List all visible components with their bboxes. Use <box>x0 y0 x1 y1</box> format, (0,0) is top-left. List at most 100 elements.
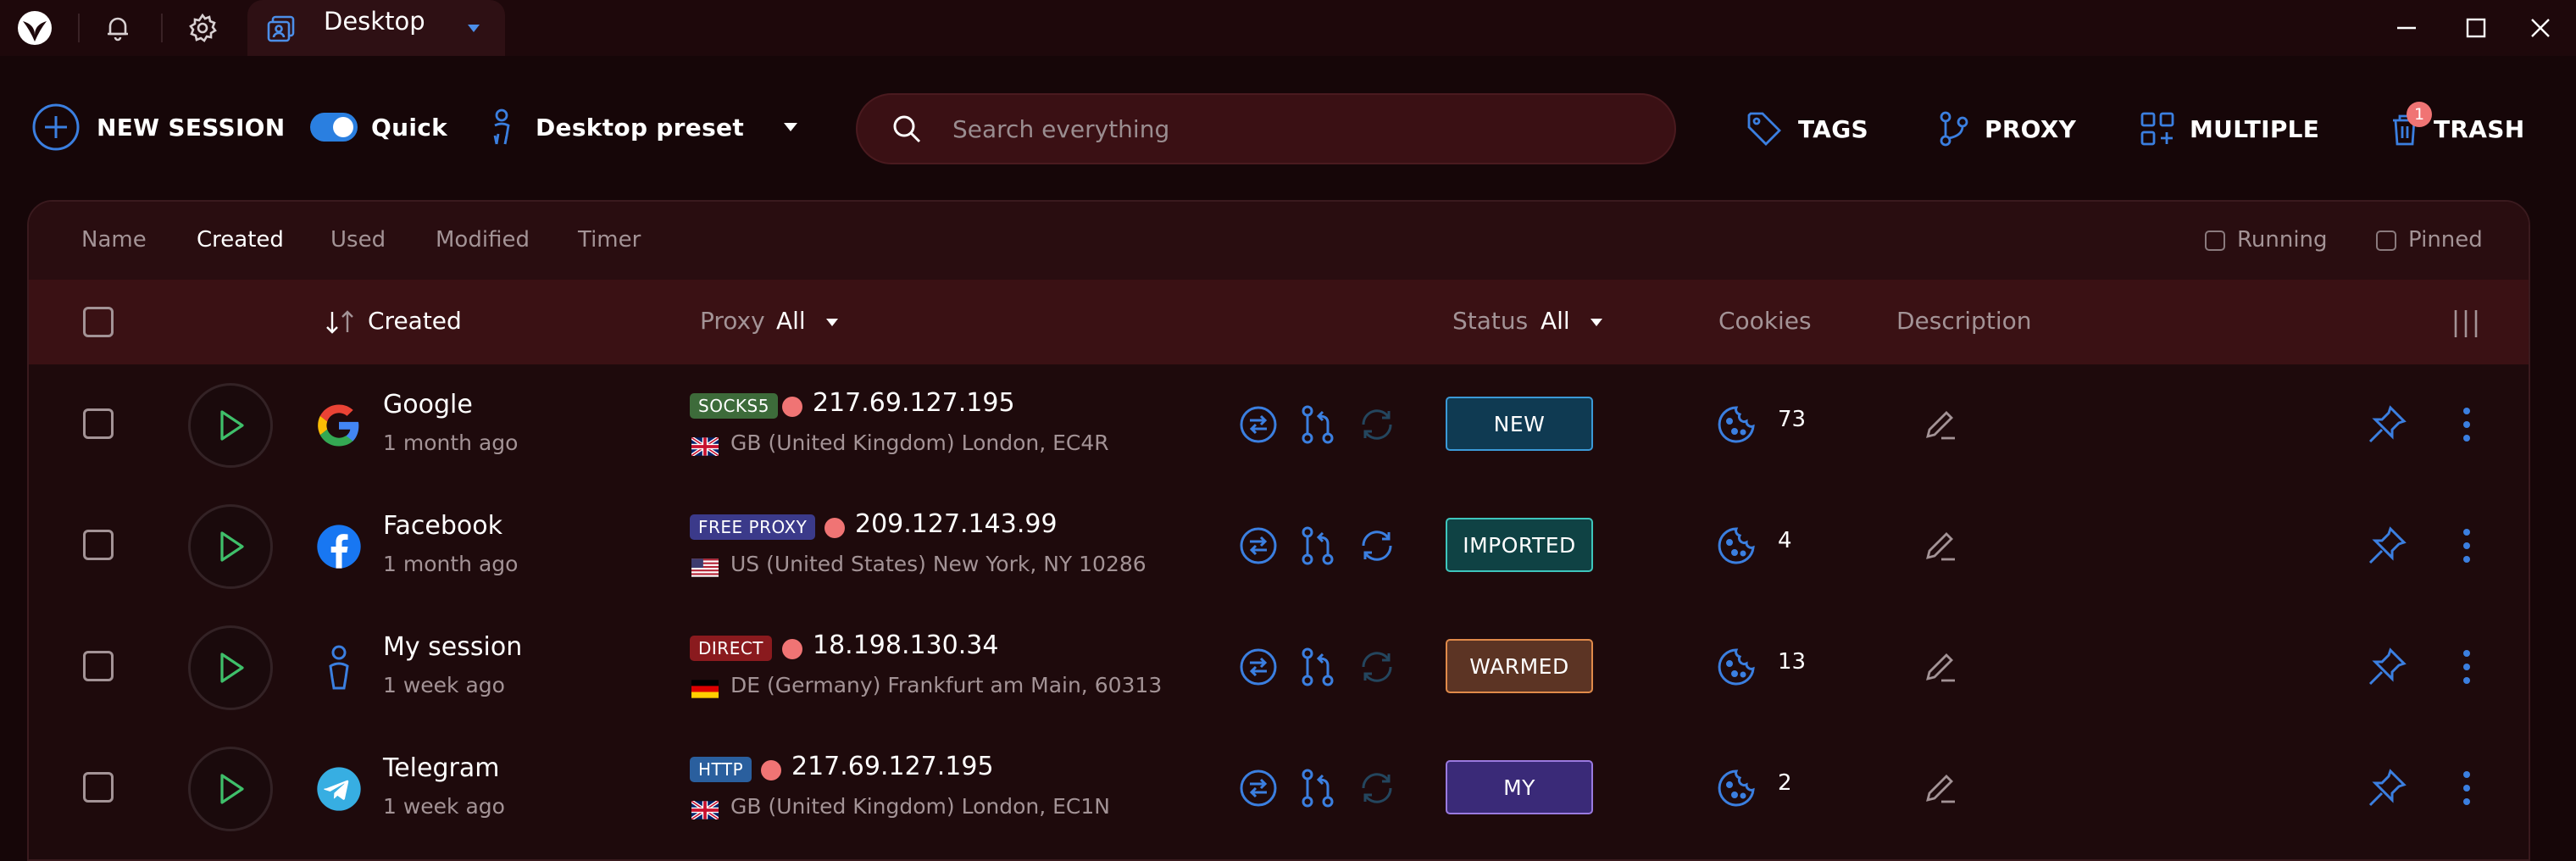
edit-description-icon[interactable] <box>1917 765 1963 811</box>
row-checkbox[interactable] <box>83 651 114 681</box>
play-button[interactable] <box>188 383 273 468</box>
cookie-icon[interactable] <box>1713 765 1759 811</box>
pinned-label: Pinned <box>2408 227 2483 253</box>
trash-label: TRASH <box>2434 114 2525 143</box>
sort-used[interactable]: Used <box>330 227 386 253</box>
play-button[interactable] <box>188 747 273 831</box>
table-row[interactable]: Google 1 month ago SOCKS5 217.69.127.195 GB … <box>29 364 2529 486</box>
edit-description-icon[interactable] <box>1917 644 1963 690</box>
pin-icon[interactable] <box>2364 644 2410 690</box>
swap-proxy-icon[interactable] <box>1235 644 1281 690</box>
app-logo-icon[interactable] <box>12 5 58 51</box>
proxy-status-dot <box>761 760 781 780</box>
proxy-branch-icon[interactable] <box>1295 765 1341 811</box>
refresh-icon[interactable] <box>1354 644 1400 690</box>
play-button[interactable] <box>188 625 273 710</box>
proxy-branch-icon[interactable] <box>1295 644 1341 690</box>
close-icon[interactable] <box>2515 7 2566 49</box>
session-name[interactable]: My session <box>383 632 522 662</box>
refresh-icon[interactable] <box>1354 765 1400 811</box>
session-name[interactable]: Google <box>383 390 473 419</box>
divider <box>161 14 163 42</box>
swap-proxy-icon[interactable] <box>1235 402 1281 447</box>
chevron-down-icon[interactable] <box>778 114 803 140</box>
gb-flag <box>691 437 719 456</box>
col-proxy: Proxy <box>700 307 765 335</box>
maximize-icon[interactable] <box>2451 7 2501 49</box>
swap-proxy-icon[interactable] <box>1235 523 1281 569</box>
edit-description-icon[interactable] <box>1917 402 1963 447</box>
proxy-branch-icon[interactable] <box>1295 402 1341 447</box>
tab-dropdown-icon[interactable] <box>461 15 486 41</box>
person-icon <box>315 644 363 692</box>
session-name[interactable]: Facebook <box>383 511 502 541</box>
table-row[interactable]: Facebook 1 month ago FREE PROXY 209.127.143… <box>29 486 2529 607</box>
proxy-filter-chevron-icon[interactable] <box>822 312 842 332</box>
cookie-icon[interactable] <box>1713 523 1759 569</box>
row-checkbox[interactable] <box>83 408 114 439</box>
col-description: Description <box>1896 307 2032 335</box>
us-flag <box>691 558 719 577</box>
bell-icon[interactable] <box>95 5 141 51</box>
new-session-button[interactable]: NEW SESSION <box>31 102 286 153</box>
proxy-type-badge: DIRECT <box>690 636 773 661</box>
trash-count-badge: 1 <box>2407 102 2432 127</box>
multiple-label: MULTIPLE <box>2190 114 2320 143</box>
refresh-icon[interactable] <box>1354 523 1400 569</box>
play-button[interactable] <box>188 504 273 589</box>
col-created[interactable]: Created <box>368 307 462 335</box>
grid-plus-icon <box>2140 112 2174 146</box>
multiple-button[interactable]: MULTIPLE <box>2139 110 2319 147</box>
more-options-icon[interactable] <box>2444 523 2490 569</box>
cookie-icon[interactable] <box>1713 644 1759 690</box>
sort-direction-icon[interactable] <box>324 308 358 336</box>
search-bar[interactable] <box>856 93 1676 164</box>
sort-timer[interactable]: Timer <box>578 227 641 253</box>
col-status: Status <box>1452 307 1529 335</box>
running-checkbox[interactable] <box>2205 231 2225 251</box>
quick-toggle[interactable]: Quick <box>310 113 447 142</box>
minimize-icon[interactable] <box>2381 7 2432 49</box>
preset-selector[interactable]: Desktop preset <box>485 107 803 147</box>
table-row[interactable]: Telegram 1 week ago HTTP 217.69.127.195 GB (… <box>29 728 2529 849</box>
proxy-filter[interactable]: All <box>776 307 806 335</box>
gear-icon[interactable] <box>180 5 225 51</box>
status-badge[interactable]: WARMED <box>1446 639 1593 693</box>
edit-description-icon[interactable] <box>1917 523 1963 569</box>
table-row[interactable]: My session 1 week ago DIRECT 18.198.130.34 D… <box>29 607 2529 728</box>
cookie-icon[interactable] <box>1713 402 1759 447</box>
search-input[interactable] <box>951 95 1646 163</box>
pin-icon[interactable] <box>2364 765 2410 811</box>
status-filter-chevron-icon[interactable] <box>1586 312 1607 332</box>
pin-icon[interactable] <box>2364 523 2410 569</box>
swap-proxy-icon[interactable] <box>1235 765 1281 811</box>
proxy-type-badge: SOCKS5 <box>690 393 778 419</box>
proxy-button[interactable]: PROXY <box>1935 110 2076 147</box>
status-badge[interactable]: IMPORTED <box>1446 518 1593 572</box>
proxy-status-dot <box>782 639 802 659</box>
proxy-ip: 217.69.127.195 <box>813 388 1015 418</box>
quick-label: Quick <box>371 113 448 142</box>
toggle-switch[interactable] <box>310 113 358 142</box>
pinned-checkbox[interactable] <box>2376 231 2396 251</box>
columns-settings-icon[interactable] <box>2449 307 2483 341</box>
row-checkbox[interactable] <box>83 772 114 803</box>
status-badge[interactable]: NEW <box>1446 397 1593 451</box>
more-options-icon[interactable] <box>2444 644 2490 690</box>
sort-name[interactable]: Name <box>81 227 147 253</box>
proxy-branch-icon[interactable] <box>1295 523 1341 569</box>
pin-icon[interactable] <box>2364 402 2410 447</box>
more-options-icon[interactable] <box>2444 402 2490 447</box>
tags-button[interactable]: TAGS <box>1746 110 1868 147</box>
proxy-icon <box>1940 111 1968 147</box>
sort-modified[interactable]: Modified <box>436 227 530 253</box>
more-options-icon[interactable] <box>2444 765 2490 811</box>
select-all-checkbox[interactable] <box>83 307 114 337</box>
refresh-icon[interactable] <box>1354 402 1400 447</box>
status-badge[interactable]: MY <box>1446 760 1593 814</box>
row-checkbox[interactable] <box>83 530 114 560</box>
session-name[interactable]: Telegram <box>383 753 499 783</box>
status-filter[interactable]: All <box>1541 307 1570 335</box>
sort-created[interactable]: Created <box>197 227 284 253</box>
tab-desktop[interactable]: Desktop <box>247 0 505 56</box>
